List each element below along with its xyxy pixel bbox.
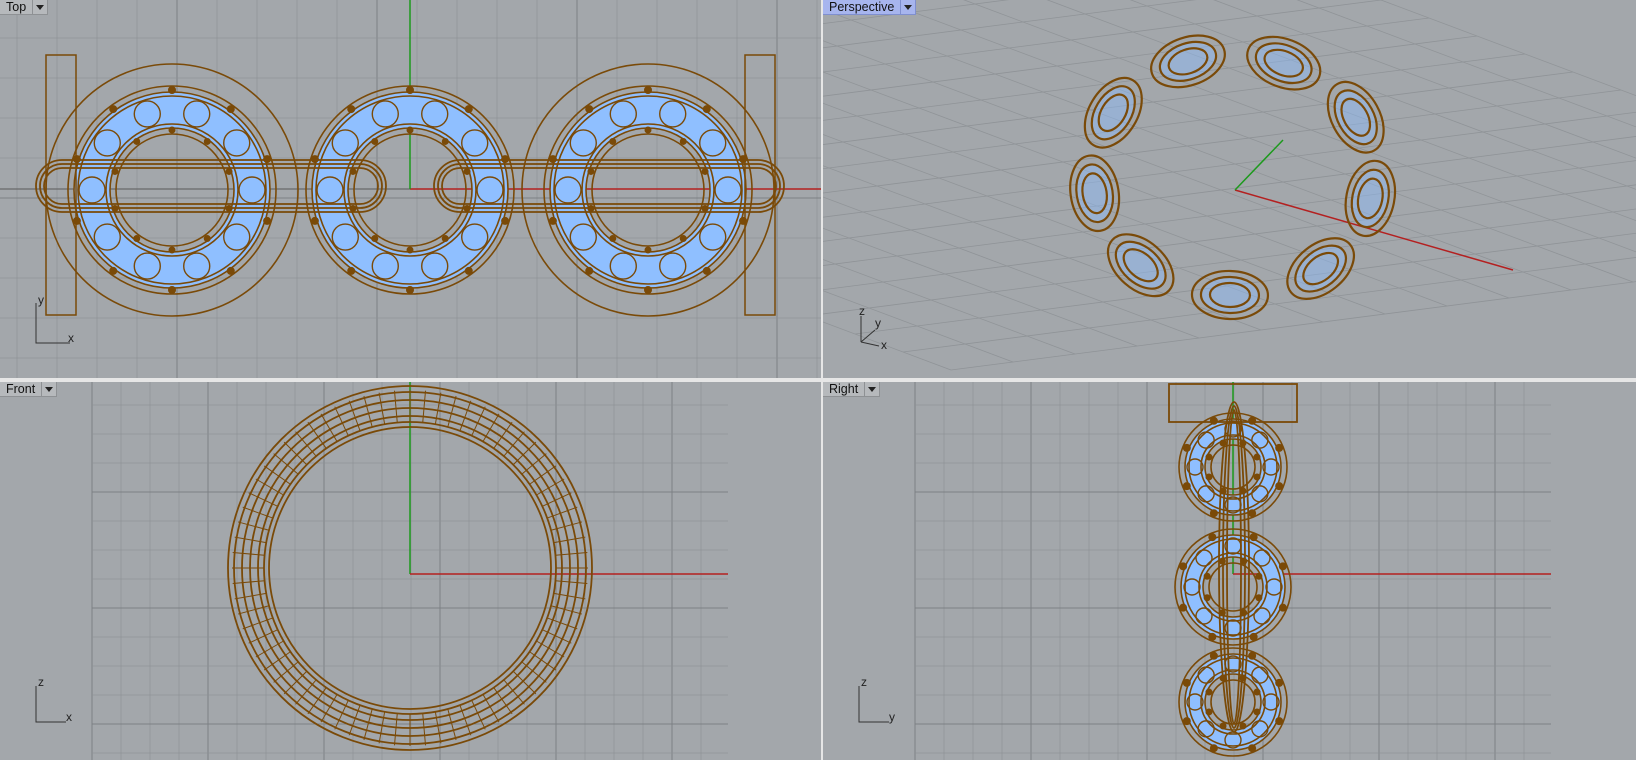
viewport-front[interactable]: Front z x [0, 382, 821, 760]
viewport-tab-right[interactable]: Right [823, 382, 881, 397]
axis-label-y: y [38, 293, 44, 307]
viewport-tab-top[interactable]: Top [0, 0, 49, 15]
viewport-title-front[interactable]: Front [0, 382, 43, 397]
chevron-down-icon [45, 386, 54, 392]
right-view-canvas[interactable] [823, 382, 1636, 760]
left-end-cap [45, 54, 77, 316]
axis-indicator-front: z x [30, 675, 90, 738]
perspective-grid [823, 0, 1636, 371]
top-view-canvas[interactable] [0, 0, 821, 378]
viewport-perspective[interactable]: Perspective z y x [823, 0, 1636, 378]
viewport-top[interactable]: Top y x [0, 0, 821, 378]
viewport-menu-button-front[interactable] [42, 382, 58, 397]
viewport-menu-button-perspective[interactable] [901, 0, 917, 15]
viewport-menu-button-right[interactable] [865, 382, 881, 397]
y-axis-line [1234, 139, 1284, 191]
axis-label-x: x [881, 338, 887, 352]
axis-indicator-perspective: z y x [853, 296, 913, 356]
axis-label-z: z [38, 675, 44, 689]
axis-indicator-right: z y [853, 675, 913, 738]
right-link [543, 85, 753, 295]
axis-label-y: y [875, 316, 881, 330]
left-link [67, 85, 277, 295]
viewport-right[interactable]: Right z y [823, 382, 1636, 760]
front-view-canvas[interactable] [0, 382, 821, 760]
chevron-down-icon [868, 386, 877, 392]
chevron-down-icon [904, 4, 913, 10]
viewport-tab-perspective[interactable]: Perspective [823, 0, 917, 15]
axis-label-z: z [861, 675, 867, 689]
viewport-menu-button-top[interactable] [33, 0, 49, 15]
viewport-title-right[interactable]: Right [823, 382, 866, 397]
axis-label-x: x [66, 710, 72, 724]
axis-label-x: x [68, 331, 74, 345]
viewport-title-top[interactable]: Top [0, 0, 34, 15]
perspective-view-canvas[interactable] [823, 0, 1636, 378]
viewport-tab-front[interactable]: Front [0, 382, 58, 397]
right-bottom-link [1178, 647, 1288, 757]
chevron-down-icon [36, 4, 45, 10]
right-end-cap [744, 54, 776, 316]
axis-label-z: z [859, 304, 865, 318]
right-middle-link [1174, 528, 1292, 646]
axis-label-y: y [889, 710, 895, 724]
viewport-title-perspective[interactable]: Perspective [823, 0, 902, 15]
axis-indicator-top: y x [30, 293, 90, 355]
